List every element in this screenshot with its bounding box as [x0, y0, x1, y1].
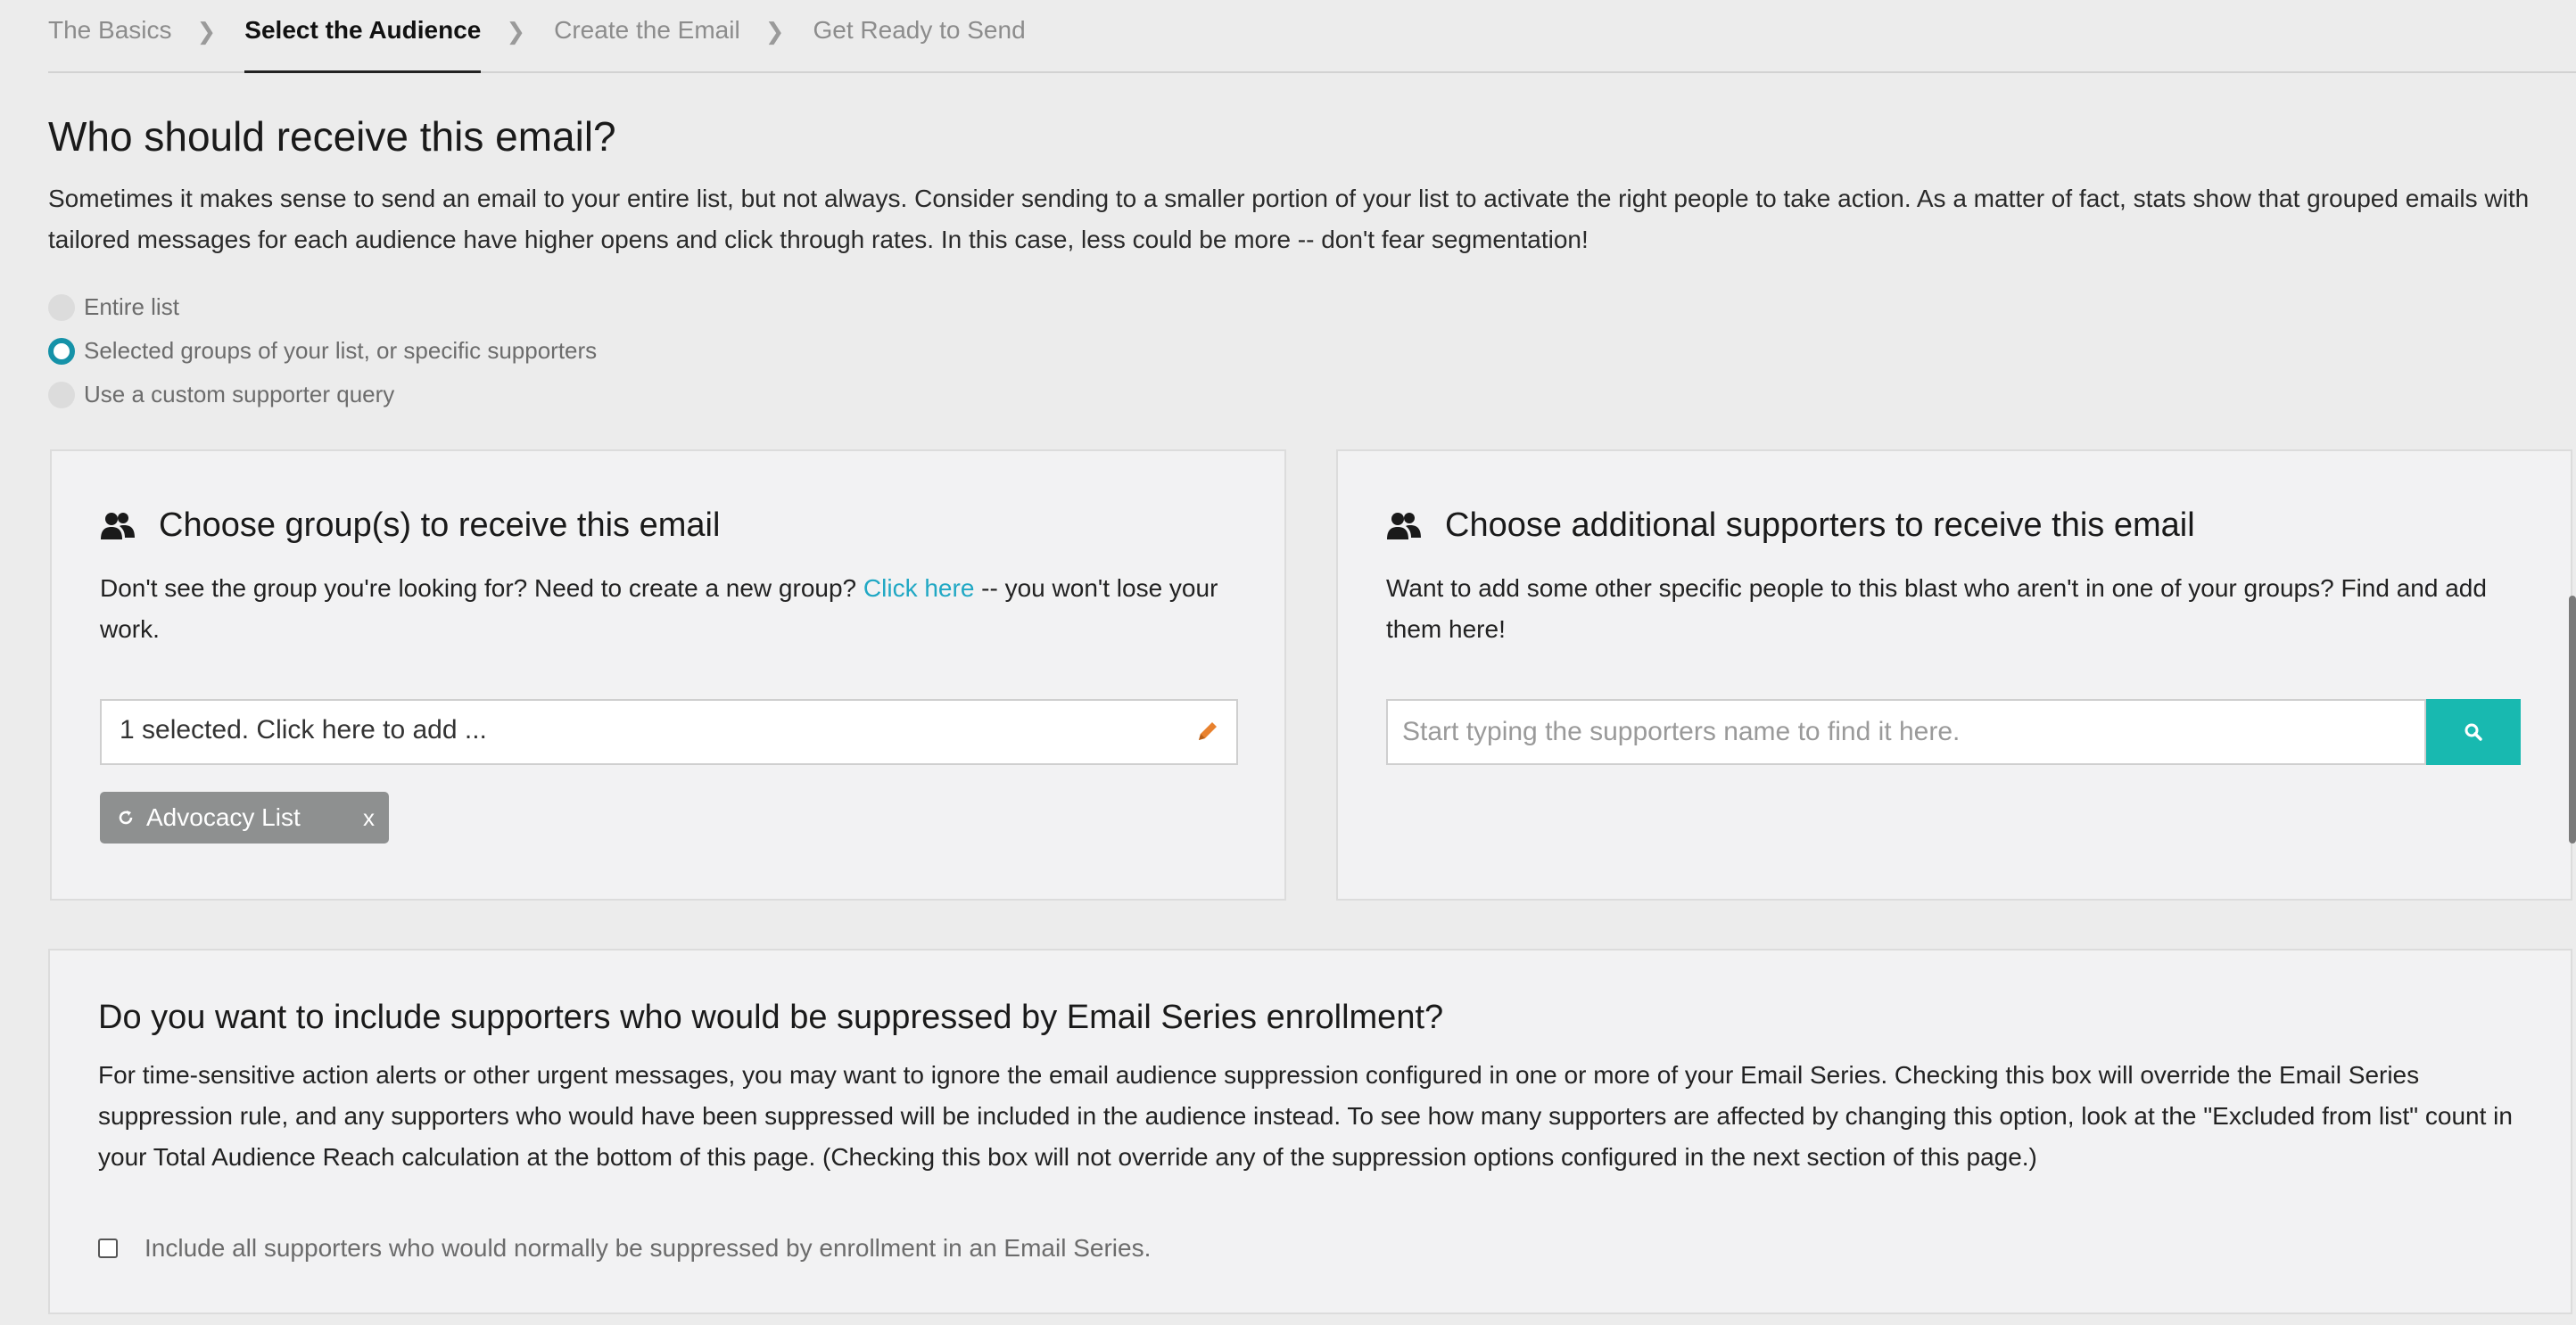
page-title: Who should receive this email?: [48, 113, 616, 160]
search-icon: [2465, 723, 2482, 741]
people-icon: [1387, 512, 1421, 539]
supporter-search-button[interactable]: [2426, 699, 2521, 765]
intro-text: Sometimes it makes sense to send an emai…: [48, 185, 2530, 253]
groups-panel: Choose group(s) to receive this email Do…: [50, 449, 1286, 901]
groups-panel-title: Choose group(s) to receive this email: [100, 506, 1236, 545]
radio-label: Selected groups of your list, or specifi…: [84, 337, 598, 364]
supporters-panel-heading: Choose additional supporters to receive …: [1445, 506, 2195, 544]
group-tag-advocacy-list: Advocacy List x: [100, 792, 389, 844]
group-select-value: 1 selected. Click here to add ...: [120, 715, 487, 745]
radio-button[interactable]: [48, 293, 75, 321]
pencil-icon[interactable]: [1195, 719, 1220, 744]
breadcrumb-create-the-email[interactable]: Create the Email: [554, 0, 740, 53]
audience-option-entire-list[interactable]: Entire list: [48, 285, 2576, 329]
groups-help-text: Don't see the group you're looking for? …: [100, 574, 863, 602]
include-suppressed-label: Include all supporters who would normall…: [144, 1234, 1152, 1262]
radio-button[interactable]: [48, 337, 75, 365]
radio-label: Entire list: [84, 293, 179, 320]
supporters-panel-title: Choose additional supporters to receive …: [1386, 506, 2522, 545]
group-select-box[interactable]: 1 selected. Click here to add ...: [100, 699, 1238, 765]
breadcrumb-separator: ❯: [764, 18, 785, 45]
groups-panel-heading: Choose group(s) to receive this email: [159, 506, 721, 544]
remove-tag-button[interactable]: x: [363, 804, 375, 832]
supporters-panel: Choose additional supporters to receive …: [1336, 449, 2572, 901]
breadcrumb: The Basics ❯ Select the Audience ❯ Creat…: [48, 0, 2576, 73]
create-group-link[interactable]: Click here: [863, 574, 974, 602]
audience-option-custom-query[interactable]: Use a custom supporter query: [48, 373, 2576, 416]
audience-options: Entire list Selected groups of your list…: [48, 285, 2576, 416]
suppression-title: Do you want to include supporters who wo…: [98, 999, 1444, 1036]
audience-option-selected-groups[interactable]: Selected groups of your list, or specifi…: [48, 329, 2576, 373]
radio-label: Use a custom supporter query: [84, 381, 395, 407]
breadcrumb-the-basics[interactable]: The Basics: [48, 0, 172, 53]
supporters-panel-text: Want to add some other specific people t…: [1386, 574, 2487, 643]
breadcrumb-get-ready-to-send[interactable]: Get Ready to Send: [813, 0, 1025, 53]
scrollbar[interactable]: [2569, 596, 2576, 844]
suppression-checkbox-row[interactable]: Include all supporters who would normall…: [98, 1234, 1151, 1263]
breadcrumb-separator: ❯: [506, 18, 526, 45]
breadcrumb-select-the-audience[interactable]: Select the Audience: [244, 0, 482, 73]
page-content: The Basics ❯ Select the Audience ❯ Creat…: [48, 0, 2576, 416]
supporter-search-input[interactable]: [1386, 699, 2426, 765]
include-suppressed-checkbox[interactable]: [98, 1239, 118, 1258]
group-tag-label: Advocacy List: [146, 803, 301, 831]
radio-button[interactable]: [48, 381, 75, 408]
refresh-icon: [119, 811, 133, 825]
people-icon: [101, 512, 135, 539]
suppression-panel: Do you want to include supporters who wo…: [48, 949, 2572, 1314]
breadcrumb-separator: ❯: [196, 18, 217, 45]
suppression-text: For time-sensitive action alerts or othe…: [98, 1061, 2513, 1171]
groups-panel-text: Don't see the group you're looking for? …: [100, 568, 1236, 650]
